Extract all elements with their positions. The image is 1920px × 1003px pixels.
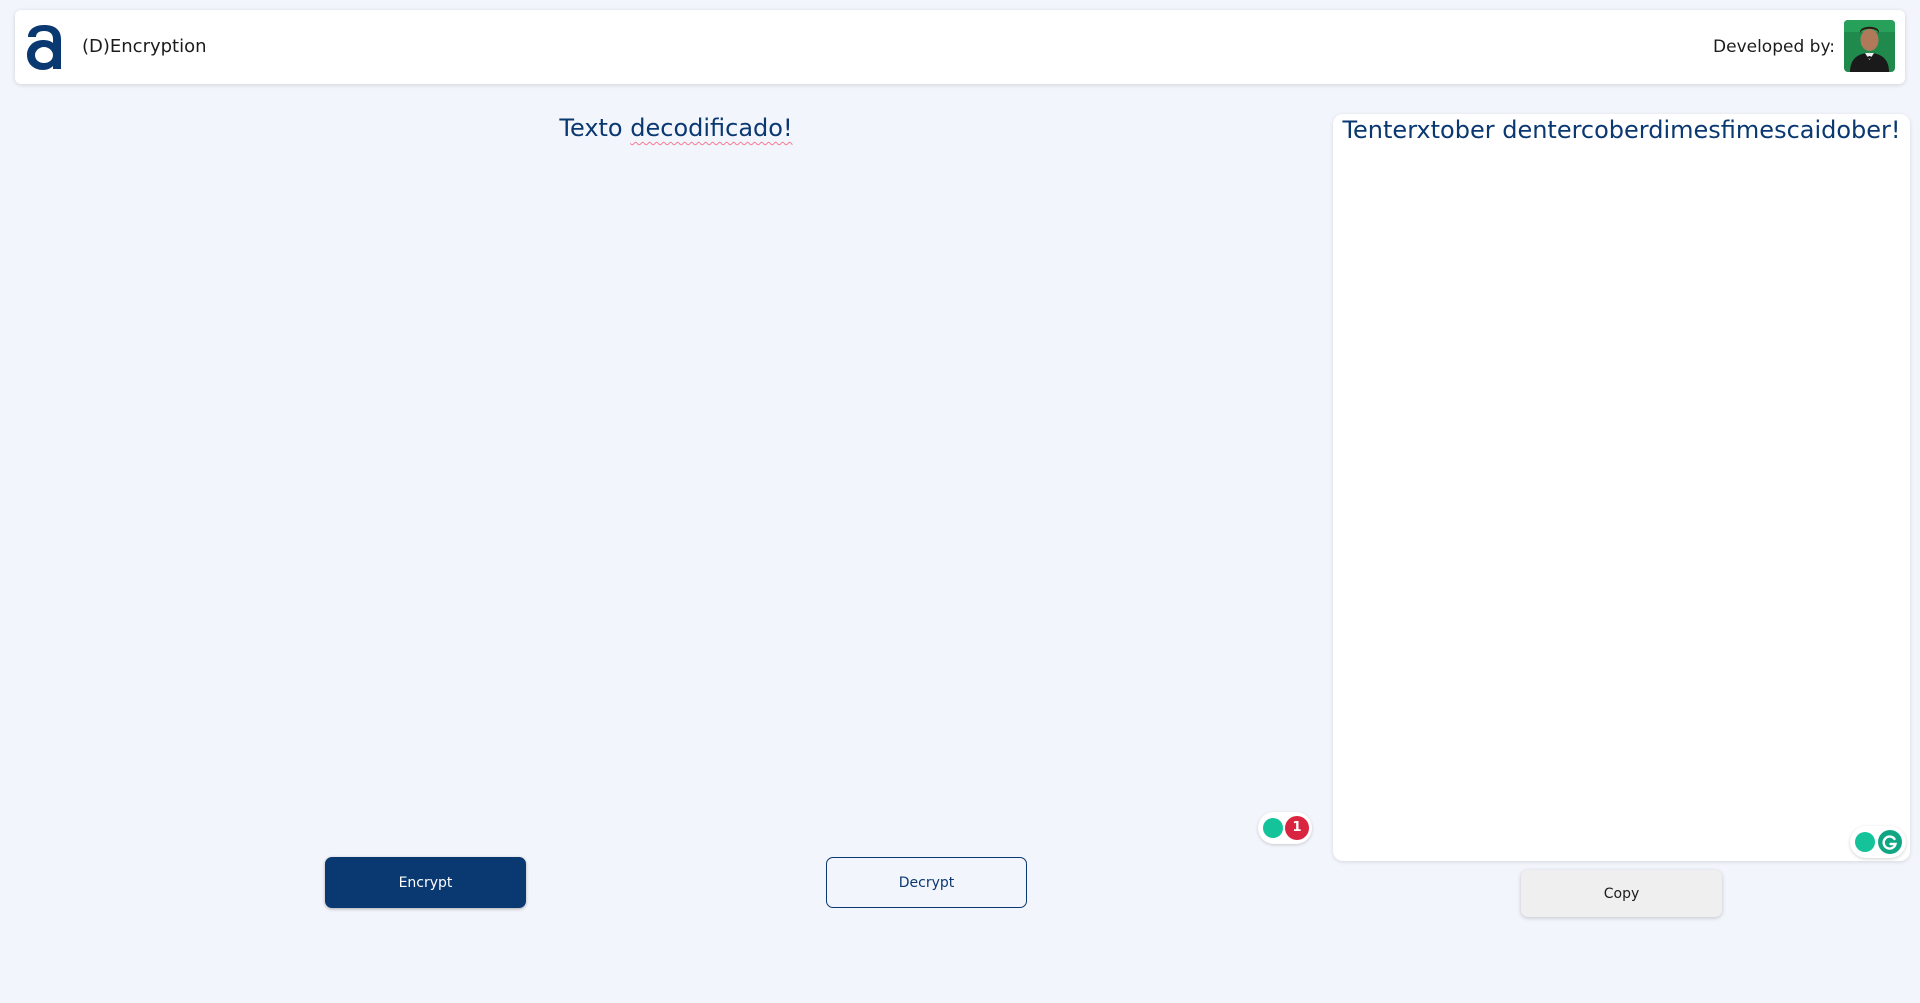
output-text[interactable]: Tenterxtober dentercoberdimesfimescaidob… [1333, 116, 1910, 144]
grammarly-count-badge: 1 [1285, 816, 1309, 840]
grammarly-g-icon [1878, 830, 1902, 854]
grammarly-suggestion-icon [1855, 832, 1875, 852]
decrypt-button[interactable]: Decrypt [826, 857, 1027, 908]
grammarly-g-glyph [1882, 835, 1898, 850]
output-panel: Tenterxtober dentercoberdimesfimescaidob… [1333, 114, 1910, 861]
input-text-misspelled: decodificado! [630, 114, 793, 142]
copy-button[interactable]: Copy [1521, 870, 1722, 917]
avatar-image [1844, 20, 1895, 72]
app-header: (D)Encryption Developed by: [15, 10, 1905, 84]
logo-icon[interactable] [24, 21, 64, 73]
developer-label: Developed by: [1713, 37, 1835, 57]
grammarly-suggestion-icon [1263, 818, 1283, 838]
input-textarea[interactable]: Texto decodificado! [0, 114, 1352, 142]
app-title: (D)Encryption [82, 36, 207, 57]
developer-avatar-icon[interactable] [1844, 20, 1895, 72]
grammarly-widget-input[interactable]: 1 [1258, 812, 1312, 844]
input-text-plain: Texto [559, 114, 631, 142]
encrypt-button[interactable]: Encrypt [325, 857, 526, 908]
grammarly-widget-output[interactable] [1850, 826, 1906, 858]
